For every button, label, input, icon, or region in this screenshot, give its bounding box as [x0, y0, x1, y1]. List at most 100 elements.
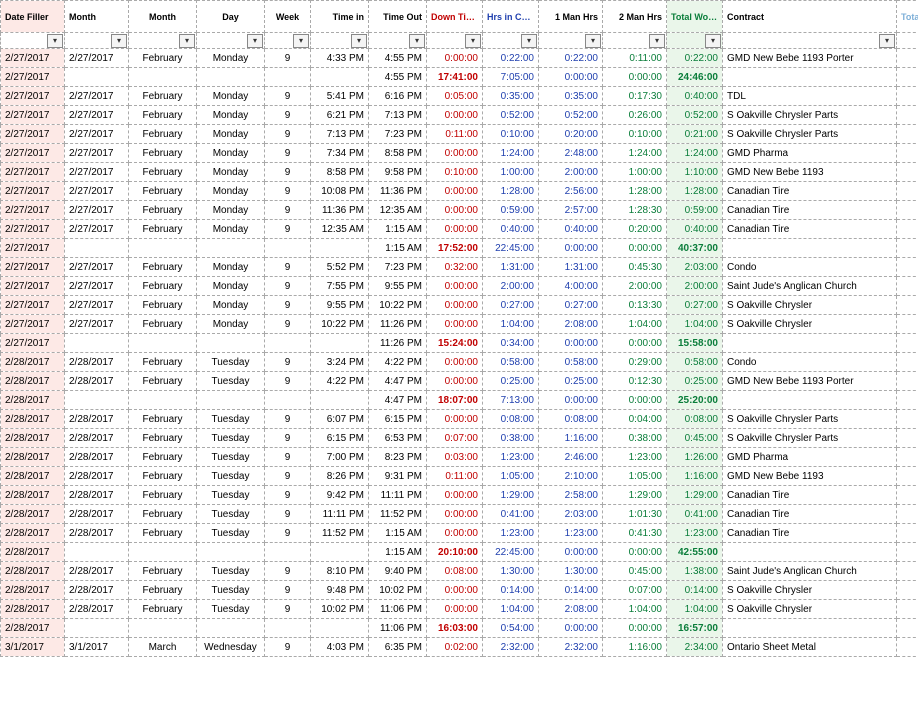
cell[interactable]: February	[129, 125, 197, 144]
cell[interactable]: 9	[265, 372, 311, 391]
cell[interactable]: 1	[897, 220, 918, 239]
cell[interactable]: 2/28/2017	[1, 619, 65, 638]
cell[interactable]	[197, 68, 265, 87]
cell[interactable]: February	[129, 410, 197, 429]
cell[interactable]: 12:35 AM	[311, 220, 369, 239]
cell[interactable]: 1:16:00	[603, 638, 667, 657]
cell[interactable]: 1:00:00	[483, 163, 539, 182]
cell[interactable]: Monday	[197, 106, 265, 125]
cell[interactable]: Tuesday	[197, 353, 265, 372]
cell[interactable]: 5:41 PM	[311, 87, 369, 106]
cell[interactable]: 4:55 PM	[369, 68, 427, 87]
cell[interactable]: 22:45:00	[483, 239, 539, 258]
cell[interactable]: 9:58 PM	[369, 163, 427, 182]
cell[interactable]: 1:28:30	[603, 201, 667, 220]
cell[interactable]: 6:07 PM	[311, 410, 369, 429]
cell[interactable]: Monday	[197, 49, 265, 68]
cell[interactable]	[65, 619, 129, 638]
cell[interactable]: 0:14:00	[483, 581, 539, 600]
cell[interactable]	[723, 239, 897, 258]
cell[interactable]: 4:47 PM	[369, 372, 427, 391]
cell[interactable]: 2/27/2017	[65, 106, 129, 125]
cell[interactable]: 9	[265, 467, 311, 486]
cell[interactable]: 4:22 PM	[369, 353, 427, 372]
cell[interactable]: 6:15 PM	[311, 429, 369, 448]
cell[interactable]	[311, 68, 369, 87]
cell[interactable]: 2/27/2017	[1, 201, 65, 220]
cell[interactable]: 2:58:00	[539, 486, 603, 505]
cell[interactable]: 0:11:00	[603, 49, 667, 68]
cell[interactable]: 6:21 PM	[311, 106, 369, 125]
cell[interactable]: 0:00:00	[539, 619, 603, 638]
cell[interactable]: 11:06 PM	[369, 619, 427, 638]
cell[interactable]: 0:00:00	[427, 182, 483, 201]
cell[interactable]: Canadian Tire	[723, 505, 897, 524]
cell[interactable]: 2/27/2017	[65, 182, 129, 201]
cell[interactable]: 9	[265, 182, 311, 201]
cell[interactable]	[265, 543, 311, 562]
filter-dropdown-icon[interactable]: ▾	[465, 34, 481, 48]
cell[interactable]: Canadian Tire	[723, 182, 897, 201]
cell[interactable]: 0:00:00	[427, 581, 483, 600]
cell[interactable]: 2/28/2017	[65, 410, 129, 429]
cell[interactable]: 2	[897, 600, 918, 619]
cell[interactable]: 0:54:00	[483, 619, 539, 638]
cell[interactable]: 9	[265, 106, 311, 125]
cell[interactable]: S Oakville Chrysler	[723, 581, 897, 600]
cell[interactable]: 0:02:00	[427, 638, 483, 657]
cell[interactable]: 0:41:00	[483, 505, 539, 524]
cell[interactable]	[65, 391, 129, 410]
cell[interactable]: 2:34:00	[667, 638, 723, 657]
cell[interactable]: February	[129, 49, 197, 68]
cell[interactable]: 2/28/2017	[65, 448, 129, 467]
cell[interactable]: 1:10:00	[667, 163, 723, 182]
cell[interactable]: 2/28/2017	[65, 600, 129, 619]
cell[interactable]	[65, 68, 129, 87]
cell[interactable]: 3:24 PM	[311, 353, 369, 372]
cell[interactable]: 15:58:00	[667, 334, 723, 353]
cell[interactable]: 0:00:00	[539, 334, 603, 353]
cell[interactable]: Tuesday	[197, 410, 265, 429]
filter-dropdown-icon[interactable]: ▾	[111, 34, 127, 48]
cell[interactable]: February	[129, 277, 197, 296]
cell[interactable]: 2	[897, 125, 918, 144]
cell[interactable]: February	[129, 505, 197, 524]
cell[interactable]: 9	[265, 600, 311, 619]
cell[interactable]: Wednesday	[197, 638, 265, 657]
cell[interactable]: 9	[265, 144, 311, 163]
cell[interactable]: 0:00:00	[427, 600, 483, 619]
cell[interactable]: 2:56:00	[539, 182, 603, 201]
cell[interactable]: 9	[265, 87, 311, 106]
cell[interactable]: 0:00:00	[603, 543, 667, 562]
cell[interactable]: 2/27/2017	[1, 163, 65, 182]
cell[interactable]: 0:25:00	[483, 372, 539, 391]
cell[interactable]: Tuesday	[197, 505, 265, 524]
cell[interactable]	[129, 543, 197, 562]
cell[interactable]: 4:55 PM	[369, 49, 427, 68]
cell[interactable]: 0:40:00	[483, 220, 539, 239]
cell[interactable]: 0:41:30	[603, 524, 667, 543]
cell[interactable]: 0:14:00	[667, 581, 723, 600]
cell[interactable]: GMD Pharma	[723, 448, 897, 467]
cell[interactable]: Canadian Tire	[723, 201, 897, 220]
cell[interactable]: February	[129, 87, 197, 106]
cell[interactable]: Monday	[197, 220, 265, 239]
cell[interactable]	[265, 391, 311, 410]
cell[interactable]: 2/28/2017	[1, 505, 65, 524]
cell[interactable]: February	[129, 429, 197, 448]
cell[interactable]: S Oakville Chrysler Parts	[723, 106, 897, 125]
cell[interactable]: 9	[265, 315, 311, 334]
cell[interactable]: 2:10:00	[539, 467, 603, 486]
cell[interactable]	[129, 334, 197, 353]
cell[interactable]: 0:38:00	[603, 429, 667, 448]
cell[interactable]: 0:00:00	[427, 353, 483, 372]
cell[interactable]: 0:00:00	[603, 68, 667, 87]
cell[interactable]: Monday	[197, 296, 265, 315]
cell[interactable]: 11:52 PM	[311, 524, 369, 543]
cell[interactable]: 15:24:00	[427, 334, 483, 353]
cell[interactable]: Tuesday	[197, 448, 265, 467]
cell[interactable]: 7:13 PM	[311, 125, 369, 144]
cell[interactable]: February	[129, 600, 197, 619]
cell[interactable]: 2/27/2017	[1, 106, 65, 125]
cell[interactable]: February	[129, 258, 197, 277]
